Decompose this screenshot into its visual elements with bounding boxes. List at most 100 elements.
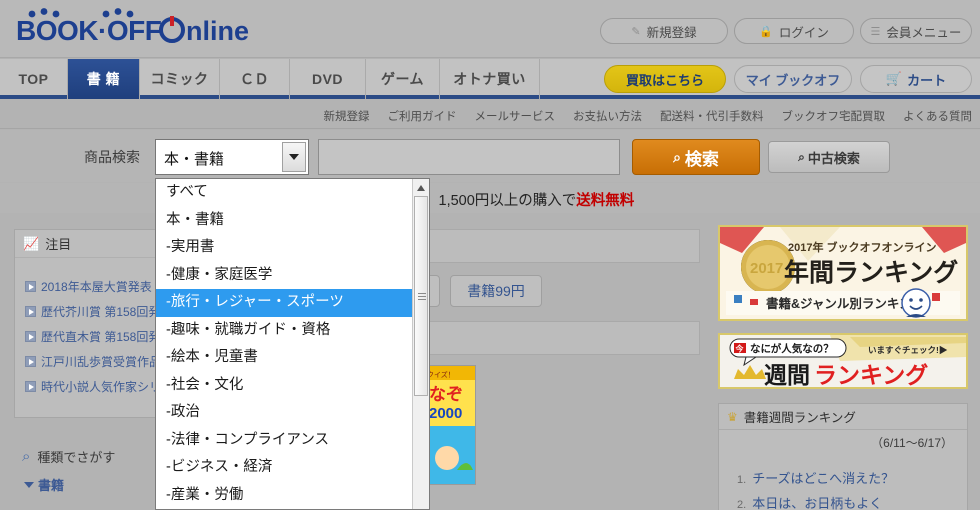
banner-annual-ranking[interactable]: 2017 2017年 ブックオフオンライン 年間ランキング 書籍&ジャンル別ラン… <box>718 225 968 321</box>
dropdown-option[interactable]: -政治 <box>156 399 429 427</box>
svg-text:書籍&ジャンル別ランキング: 書籍&ジャンル別ランキング <box>766 296 925 311</box>
list-item[interactable]: 歴代直木賞 第158回発表 <box>15 324 161 349</box>
weekly-ranking-header: ♛ 書籍週間ランキング <box>719 404 967 430</box>
used-search-button[interactable]: ⌕ 中古検索 <box>768 141 890 173</box>
rank-number: 2. <box>737 499 747 510</box>
left-sidebar: 📈 注目 2018年本屋大賞発表 歴代芥川賞 第158回発表 歴代直木賞 第15… <box>14 229 162 510</box>
util-link-4[interactable]: 配送料・代引手数料 <box>660 108 764 124</box>
search-input[interactable] <box>318 139 620 175</box>
list-item[interactable]: 1. チーズはどこへ消えた？ <box>719 465 967 490</box>
nav-tab-dvd-label: DVD <box>311 71 344 87</box>
pencil-icon: ✎ <box>631 25 641 38</box>
featured-item-label: 江戸川乱歩賞受賞作品 <box>41 355 161 369</box>
search-button[interactable]: ⌕ 検索 <box>632 139 760 175</box>
nav-tab-books-label: 書 籍 <box>86 71 121 87</box>
kaitori-button[interactable]: 買取はこちら <box>604 65 726 93</box>
register-button[interactable]: ✎ 新規登録 <box>600 18 728 44</box>
shipping-notice: 〉1,500円以上の購入で送料無料 <box>0 183 980 213</box>
kind-panel-header: ⌕ 種類でさがす <box>14 440 162 473</box>
nav-tab-books[interactable]: 書 籍 <box>68 59 140 99</box>
svg-text:週間: 週間 <box>764 362 810 387</box>
list-item[interactable]: 時代小説人気作家シリーズ <box>15 374 161 399</box>
nav-tab-otona-label: オトナ買い <box>453 71 526 87</box>
svg-text:年間ランキング: 年間ランキング <box>784 258 958 287</box>
search-label: 商品検索 <box>84 149 140 165</box>
dropdown-option[interactable]: -絵本・児童書 <box>156 344 429 372</box>
svg-text:nline: nline <box>186 16 249 46</box>
arrow-bullet-icon <box>25 281 36 292</box>
featured-panel-title: 注目 <box>45 237 72 252</box>
kind-panel: ⌕ 種類でさがす 書籍 文芸書 実用書・趣味 <box>14 440 162 510</box>
nav-tab-cd-label: ＣＤ <box>240 71 269 87</box>
util-link-5[interactable]: ブックオフ宅配買取 <box>782 108 886 124</box>
utility-links: 新規登録 ご利用ガイド メールサービス お支払い方法 配送料・代引手数料 ブック… <box>0 103 980 129</box>
rank-title: 本日は、お日柄もよく <box>752 496 883 510</box>
scrollbar-thumb[interactable] <box>414 196 428 396</box>
cart-button[interactable]: 🛒 カート <box>860 65 972 93</box>
featured-panel-header: 📈 注目 <box>15 230 161 258</box>
member-menu-button[interactable]: ☰ 会員メニュー <box>860 18 972 44</box>
dropdown-option[interactable]: -ビジネス・経済 <box>156 454 429 482</box>
dropdown-scrollbar[interactable] <box>412 179 429 509</box>
dropdown-option[interactable]: すべて <box>156 179 429 207</box>
weekly-ranking-date-range: （6/11〜6/17） <box>871 436 953 450</box>
tag-button[interactable]: 書籍99円 <box>450 275 542 307</box>
login-button-label: ログイン <box>778 25 829 40</box>
arrow-bullet-icon <box>25 381 36 392</box>
register-button-label: 新規登録 <box>646 25 697 40</box>
kind-item-0[interactable]: 文芸書 <box>14 500 162 510</box>
svg-text:今: 今 <box>735 344 744 354</box>
util-link-1[interactable]: ご利用ガイド <box>388 108 457 124</box>
util-link-0[interactable]: 新規登録 <box>324 108 370 124</box>
shipping-notice-prefix: 〉1,500円以上の購入で <box>424 193 577 209</box>
svg-text:BOOK·OFF: BOOK·OFF <box>16 15 162 46</box>
weekly-ranking-list: 1. チーズはどこへ消えた？ 2. 本日は、お日柄もよく <box>719 465 967 510</box>
nav-tab-dvd[interactable]: DVD <box>290 59 366 99</box>
svg-text:2017: 2017 <box>750 260 783 277</box>
nav-tab-game[interactable]: ゲーム <box>366 59 440 99</box>
login-button[interactable]: 🔒 ログイン <box>734 18 854 44</box>
nav-tab-cd[interactable]: ＣＤ <box>220 59 290 99</box>
weekly-ranking-title: 書籍週間ランキング <box>743 411 856 425</box>
nav-tab-top[interactable]: TOP <box>0 59 68 99</box>
dropdown-option[interactable]: -健康・家庭医学 <box>156 262 429 290</box>
featured-item-label: 歴代直木賞 第158回発表 <box>41 330 161 344</box>
dropdown-option[interactable]: 本・書籍 <box>156 207 429 235</box>
dropdown-option[interactable]: -趣味・就職ガイド・資格 <box>156 317 429 345</box>
kaitori-button-label: 買取はこちら <box>625 72 704 88</box>
site-logo[interactable]: BOOK·OFF nline <box>14 8 264 50</box>
dropdown-option-selected[interactable]: -旅行・レジャー・スポーツ <box>156 289 429 317</box>
crown-icon: ♛ <box>727 409 738 424</box>
banner-weekly-ranking[interactable]: 今 なにが人気なの？ いますぐチェック!▶ 週間 ランキング <box>718 333 968 389</box>
list-item[interactable]: 江戸川乱歩賞受賞作品 <box>15 349 161 374</box>
page-body: 📈 注目 2018年本屋大賞発表 歴代芥川賞 第158回発表 歴代直木賞 第15… <box>0 213 980 510</box>
util-link-3[interactable]: お支払い方法 <box>573 108 642 124</box>
nav-tab-comic-label: コミック <box>150 71 209 87</box>
dropdown-option[interactable]: -実用書 <box>156 234 429 262</box>
caret-down-icon <box>24 481 34 488</box>
category-dropdown-list[interactable]: すべて 本・書籍 -実用書 -健康・家庭医学 -旅行・レジャー・スポーツ -趣味… <box>155 178 430 510</box>
search-button-label: 検索 <box>684 149 719 169</box>
my-bookoff-button[interactable]: マイ ブックオフ <box>734 65 852 93</box>
magnifier-icon: ⌕ <box>798 149 805 164</box>
list-item[interactable]: 2018年本屋大賞発表 <box>15 274 161 299</box>
list-item[interactable]: 2. 本日は、お日柄もよく <box>719 490 967 510</box>
dropdown-option[interactable]: -法律・コンプライアンス <box>156 427 429 455</box>
util-link-2[interactable]: メールサービス <box>475 108 556 124</box>
scroll-up-arrow-icon[interactable] <box>413 179 429 196</box>
right-sidebar: 2017 2017年 ブックオフオンライン 年間ランキング 書籍&ジャンル別ラン… <box>718 225 968 510</box>
category-select[interactable]: 本・書籍 <box>155 139 309 175</box>
svg-text:なにが人気なの？: なにが人気なの？ <box>750 342 834 355</box>
featured-panel: 📈 注目 2018年本屋大賞発表 歴代芥川賞 第158回発表 歴代直木賞 第15… <box>14 229 162 418</box>
chart-icon: 📈 <box>23 235 40 251</box>
dropdown-option[interactable]: -社会・文化 <box>156 372 429 400</box>
nav-tab-comic[interactable]: コミック <box>140 59 220 99</box>
rank-number: 1. <box>737 474 747 486</box>
nav-tab-otona[interactable]: オトナ買い <box>440 59 540 99</box>
main-navigation: TOP 書 籍 コミック ＣＤ DVD ゲーム オトナ買い 買取はこちら マイ … <box>0 59 980 99</box>
dropdown-option[interactable]: -産業・労働 <box>156 482 429 510</box>
chevron-down-icon[interactable] <box>282 142 306 172</box>
list-item[interactable]: 歴代芥川賞 第158回発表 <box>15 299 161 324</box>
kind-group[interactable]: 書籍 <box>14 473 162 500</box>
util-link-6[interactable]: よくある質問 <box>903 108 972 124</box>
